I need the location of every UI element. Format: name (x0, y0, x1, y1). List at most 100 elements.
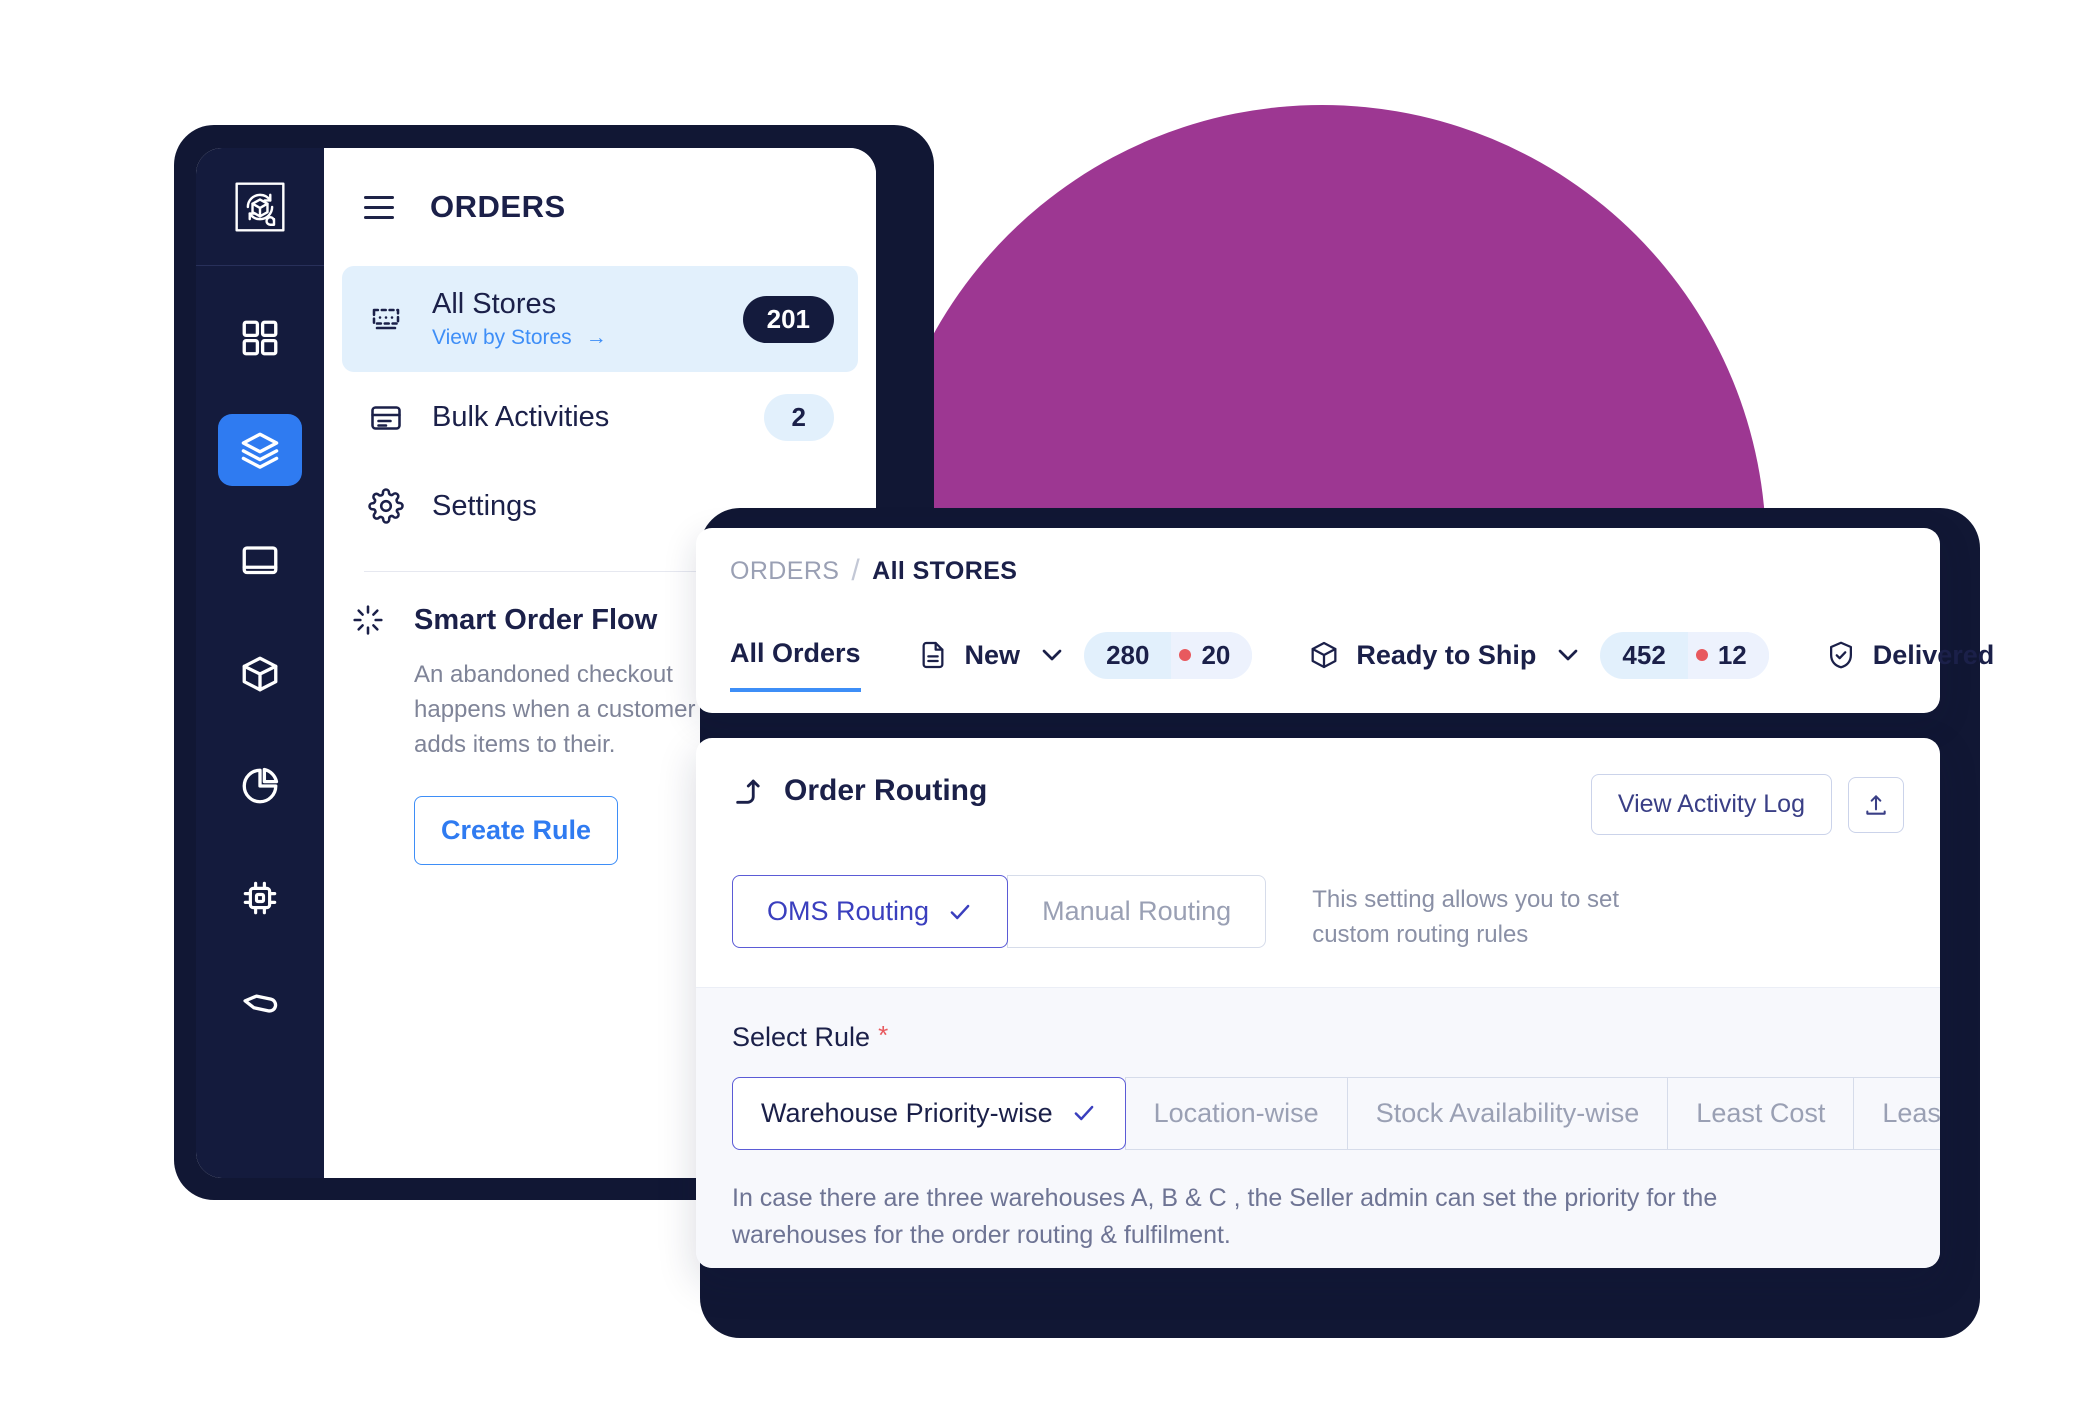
bulk-activities-icon (366, 398, 406, 438)
tab-all-orders[interactable]: All Orders (730, 618, 861, 692)
rule-option-label: Least Time (1882, 1097, 1940, 1128)
rule-option-stock-availability-wise[interactable]: Stock Availability-wise (1346, 1076, 1669, 1150)
rail-item-inventory[interactable] (218, 638, 302, 710)
order-routing-actions: View Activity Log (1590, 774, 1904, 835)
section-title: Order Routing (784, 774, 988, 807)
tab-label: All Orders (730, 637, 861, 668)
app-logo[interactable] (196, 148, 324, 266)
pie-chart-icon (242, 767, 279, 804)
rule-option-least-time[interactable]: Least Time (1853, 1076, 1940, 1150)
hamburger-icon[interactable] (364, 195, 394, 219)
tab-count-pill: 452 12 (1600, 631, 1769, 679)
check-shield-icon (1829, 641, 1852, 669)
menu-item-text: All Stores View by Stores → (432, 288, 717, 350)
routing-hint-text: This setting allows you to set custom ro… (1312, 886, 1620, 948)
tab-count: 452 (1622, 639, 1666, 670)
select-rule-section: Select Rule * Warehouse Priority-wise Lo… (696, 986, 1940, 1268)
alert-dot-icon (1695, 649, 1708, 661)
rule-option-label: Warehouse Priority-wise (761, 1097, 1053, 1128)
menu-item-all-stores[interactable]: All Stores View by Stores → 201 (342, 266, 858, 372)
rule-option-location-wise[interactable]: Location-wise (1124, 1076, 1348, 1150)
alert-dot-icon (1179, 649, 1192, 661)
book-icon (242, 546, 278, 575)
routing-mode-oms[interactable]: OMS Routing (732, 875, 1009, 948)
select-rule-label: Select Rule (732, 1021, 871, 1052)
chevron-down-icon (1042, 649, 1062, 661)
screenshot-stage: ORDERS All Stores View by Stores → 201 B… (0, 0, 2084, 1418)
menu-item-text: Bulk Activities (432, 401, 738, 434)
rail-item-promotions[interactable] (218, 974, 302, 1046)
stores-icon (366, 299, 406, 339)
package-box-icon (242, 656, 278, 692)
order-routing-card: Order Routing View Activity Log OMS Rout… (696, 738, 1940, 1268)
routing-mode-segmented: OMS Routing Manual Routing (732, 875, 1267, 948)
sparkle-loader-icon (348, 600, 388, 640)
orders-tabs-card: ORDERS / All STORES All Orders New 280 2… (696, 528, 1994, 713)
order-status-tabs: All Orders New 280 20 Ready to Ship 452 … (730, 618, 1994, 692)
status-badge: 201 (742, 295, 834, 343)
rule-option-warehouse-priority-wise[interactable]: Warehouse Priority-wise (732, 1076, 1126, 1150)
tab-label: Ready to Ship (1356, 639, 1537, 670)
chevron-down-icon (1559, 649, 1578, 661)
menu-item-label: All Stores (432, 288, 557, 320)
menu-item-label: Bulk Activities (432, 401, 610, 433)
rail-item-analytics[interactable] (218, 750, 302, 822)
page-title: ORDERS (430, 189, 566, 224)
breadcrumb: ORDERS / All STORES (730, 554, 1906, 588)
breadcrumb-parent[interactable]: ORDERS (730, 557, 839, 586)
check-icon (1074, 1105, 1093, 1121)
tab-label: Delivered (1872, 639, 1995, 670)
check-icon (950, 904, 970, 919)
routing-mode-row: OMS Routing Manual Routing This setting … (732, 875, 1904, 953)
status-badge: 2 (763, 394, 834, 441)
breadcrumb-separator: / (851, 554, 861, 587)
tab-ready-to-ship[interactable]: Ready to Ship 452 12 (1308, 618, 1769, 692)
rule-description-note: In case there are three warehouses A, B … (732, 1183, 1718, 1250)
menu-item-sublink[interactable]: View by Stores → (432, 326, 717, 350)
gear-icon (366, 486, 406, 526)
menu-item-sublabel: View by Stores (432, 326, 572, 349)
menu-item-label: Settings (432, 489, 537, 522)
tab-alert-count-wrap: 20 (1171, 631, 1253, 679)
export-button[interactable] (1848, 776, 1904, 833)
rail-item-automation[interactable] (218, 862, 302, 934)
document-icon (922, 641, 944, 669)
smart-order-flow-title: Smart Order Flow (414, 603, 658, 636)
left-nav-rail (196, 148, 324, 1178)
tab-label: New (964, 639, 1021, 670)
smart-order-flow-description: An abandoned checkout happens when a cus… (414, 661, 696, 758)
tab-alert-count: 20 (1201, 639, 1231, 670)
tab-new[interactable]: New 280 20 (917, 618, 1253, 692)
rail-item-orders[interactable] (218, 414, 302, 486)
tag-icon (243, 994, 278, 1013)
rule-segmented-control: Warehouse Priority-wise Location-wise St… (732, 1076, 1940, 1150)
routing-mode-label: Manual Routing (1042, 896, 1232, 926)
arrow-right-icon: → (585, 326, 607, 349)
routing-mode-label: OMS Routing (767, 896, 930, 926)
tab-count-pill: 280 20 (1084, 631, 1253, 679)
required-asterisk: * (878, 1019, 889, 1050)
tab-alert-count: 12 (1717, 639, 1747, 670)
rail-item-list (196, 266, 324, 1046)
order-routing-header: Order Routing View Activity Log (732, 774, 1904, 835)
grid-dashboard-icon (242, 320, 278, 356)
rail-item-dashboard[interactable] (218, 302, 302, 374)
orders-menu: All Stores View by Stores → 201 Bulk Act… (324, 266, 876, 549)
tab-count: 280 (1106, 639, 1150, 670)
layers-icon (241, 432, 279, 469)
rule-option-label: Least Cost (1696, 1097, 1826, 1128)
create-rule-button[interactable]: Create Rule (414, 796, 619, 866)
menu-item-bulk-activities[interactable]: Bulk Activities 2 (342, 372, 858, 463)
tab-delivered[interactable]: Delivered (1825, 618, 1995, 692)
order-routing-top: Order Routing View Activity Log OMS Rout… (696, 738, 1940, 987)
rule-option-least-cost[interactable]: Least Cost (1667, 1076, 1855, 1150)
view-activity-log-button[interactable]: View Activity Log (1590, 774, 1832, 835)
rule-option-label: Location-wise (1153, 1097, 1319, 1128)
tab-alert-count-wrap: 12 (1687, 631, 1769, 679)
select-rule-label-wrap: Select Rule * (732, 1022, 1904, 1053)
upload-export-icon (1866, 794, 1886, 815)
rail-item-catalog[interactable] (218, 526, 302, 598)
rule-option-label: Stock Availability-wise (1375, 1097, 1640, 1128)
breadcrumb-current: All STORES (872, 556, 1018, 585)
routing-mode-manual[interactable]: Manual Routing (1007, 875, 1267, 948)
